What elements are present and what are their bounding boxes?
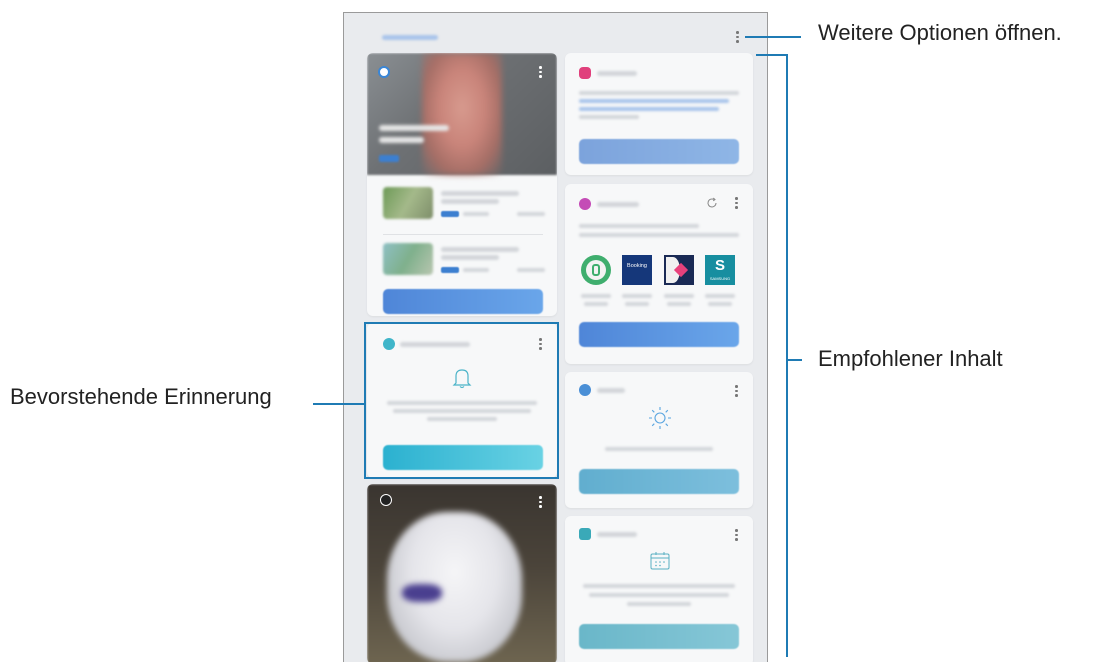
weather-app-icon [579,384,591,396]
thumbnail [383,243,433,275]
callout-line-more-options [745,36,801,38]
booking-app-tile[interactable]: Booking [622,255,652,285]
panel-title [382,35,438,40]
suggestion-card[interactable] [565,53,753,175]
samsung-app-tile[interactable]: S SAMSUNG [705,255,735,285]
callout-upcoming-reminder: Bevorstehende Erinnerung [10,384,272,409]
sun-icon [649,407,671,429]
news-image [367,53,557,175]
calendar-icon [650,552,670,570]
list-item[interactable] [367,183,557,231]
samsung-label: SAMSUNG [709,276,731,281]
dog-photo [367,484,557,662]
recommended-apps-card[interactable]: Booking S SAMSUNG [565,184,753,364]
install-button[interactable] [579,322,739,347]
callout-recommended-content: Empfohlener Inhalt [818,346,1003,371]
app-icon [579,67,591,79]
divider [383,234,543,235]
list-item[interactable] [367,239,557,287]
photo-card[interactable] [367,484,557,662]
weather-more-icon[interactable] [735,385,738,398]
calendar-action-button[interactable] [579,624,739,649]
news-app-icon [378,66,390,78]
bracket-top [756,54,788,56]
photo-more-icon[interactable] [539,496,542,509]
calendar-app-icon [579,528,591,540]
news-more-button[interactable] [383,289,543,314]
booking-label: Booking [627,263,647,269]
recommended-apps-more-icon[interactable] [735,197,738,210]
suggestion-action-button[interactable] [579,139,739,164]
weather-action-button[interactable] [579,469,739,494]
gallery-app-icon [380,494,392,506]
app-tile-1[interactable] [581,255,611,285]
refresh-icon[interactable] [706,197,718,209]
more-options-icon[interactable] [736,31,739,44]
callout-line-reminder [313,403,365,405]
calendar-card[interactable] [565,516,753,662]
news-card[interactable] [367,53,557,316]
reminder-highlight-box [364,322,559,479]
thumbnail [383,187,433,219]
callout-line-recommended [786,359,802,361]
calendar-more-icon[interactable] [735,529,738,542]
callout-more-options: Weitere Optionen öffnen. [818,20,1062,45]
galaxy-store-icon [579,198,591,210]
weather-card[interactable] [565,372,753,508]
app-tile-3[interactable] [664,255,694,285]
news-more-icon[interactable] [539,66,542,79]
bracket-vertical [786,54,788,657]
